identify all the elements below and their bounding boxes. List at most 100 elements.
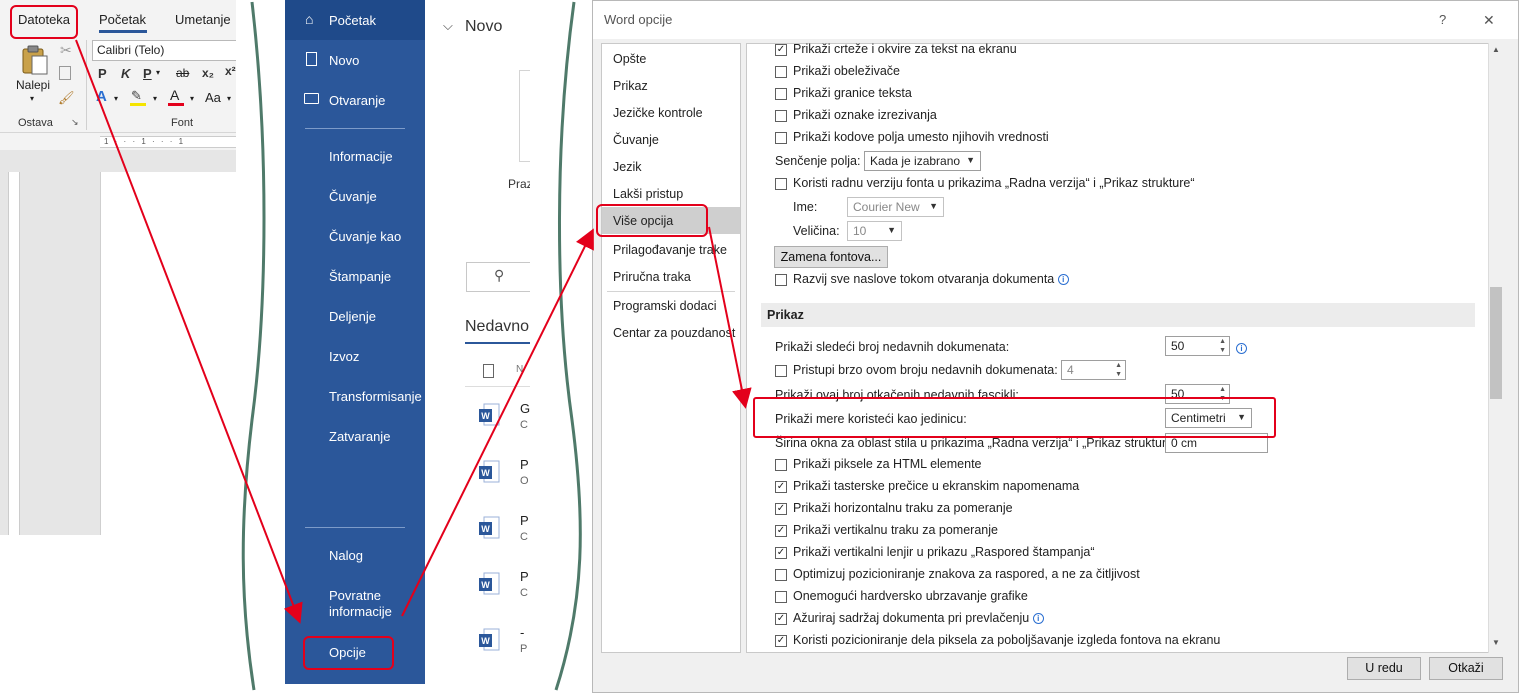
draft-font-size-select[interactable]: 10 ▼ <box>847 221 902 241</box>
bold-button[interactable]: P <box>98 66 107 81</box>
content-header-new: Novo <box>465 18 503 35</box>
highlight-chevron-icon[interactable]: ▾ <box>153 94 157 103</box>
font-substitution-button[interactable]: Zamena fontova... <box>774 246 888 268</box>
category-save[interactable]: Čuvanje <box>613 133 659 147</box>
option-label: Prikaži obeleživače <box>793 64 900 78</box>
checkbox-horizontal-scrollbar[interactable]: ✓ <box>775 503 787 515</box>
checkbox-vertical-ruler[interactable]: ✓ <box>775 547 787 559</box>
recent-item-2-title[interactable]: P <box>520 457 529 472</box>
category-customize-ribbon[interactable]: Prilagođavanje trake <box>613 243 727 257</box>
recent-item-4-title[interactable]: P <box>520 569 529 584</box>
font-color-chevron-icon[interactable]: ▾ <box>190 94 194 103</box>
checkbox-expand-headings[interactable] <box>775 274 787 286</box>
backstage-item-print[interactable]: Štampanje <box>329 269 391 284</box>
checkbox-html-pixels[interactable] <box>775 459 787 471</box>
option-label: Ažuriraj sadržaj dokumenta pri prevlačen… <box>793 611 1030 625</box>
checkbox-bookmarks[interactable] <box>775 66 787 78</box>
recent-docs-spinner[interactable]: 50 ▲ ▼ <box>1165 336 1230 356</box>
checkbox-text-boundaries[interactable] <box>775 88 787 100</box>
tab-pocetak[interactable]: Početak <box>99 12 146 27</box>
cancel-button[interactable]: Otkaži <box>1429 657 1503 680</box>
change-case-icon[interactable]: Aa <box>205 90 221 105</box>
horizontal-ruler[interactable]: 1 · · · 1 · · · 1 <box>100 136 236 148</box>
category-trust-center[interactable]: Centar za pouzdanost <box>613 326 735 340</box>
paste-icon[interactable] <box>20 44 50 76</box>
info-icon[interactable]: i <box>1032 613 1044 625</box>
ok-button[interactable]: U redu <box>1347 657 1421 680</box>
cut-icon[interactable]: ✂ <box>60 42 72 59</box>
checkbox-draft-font[interactable] <box>775 178 787 190</box>
document-page[interactable] <box>100 172 236 535</box>
checkbox-optimize-layout[interactable] <box>775 569 787 581</box>
scroll-down-icon[interactable]: ▼ <box>1488 638 1504 647</box>
close-icon[interactable]: ✕ <box>1483 12 1495 29</box>
checkbox-vertical-scrollbar[interactable]: ✓ <box>775 525 787 537</box>
backstage-item-share[interactable]: Deljenje <box>329 309 376 324</box>
backstage-item-save-as[interactable]: Čuvanje kao <box>329 229 401 244</box>
backstage-item-account[interactable]: Nalog <box>329 548 363 563</box>
backstage-item-feedback-line2[interactable]: informacije <box>329 604 392 619</box>
backstage-item-home[interactable]: Početak <box>329 13 376 28</box>
draft-font-name-select[interactable]: Courier New ▼ <box>847 197 944 217</box>
highlight-pen-icon[interactable]: ✎ <box>131 88 142 104</box>
underline-button[interactable]: P <box>143 66 152 81</box>
category-accessibility[interactable]: Lakši pristup <box>613 187 683 201</box>
collapse-chevron-icon[interactable]: ⌵ <box>443 18 453 34</box>
change-case-chevron-icon[interactable]: ▾ <box>227 94 231 103</box>
copy-icon[interactable] <box>59 66 71 80</box>
italic-button[interactable]: K <box>121 66 130 81</box>
recent-item-5-title[interactable]: - <box>520 625 524 640</box>
blank-document-thumbnail[interactable] <box>519 70 530 162</box>
shading-select[interactable]: Kada je izabrano ▼ <box>864 151 981 171</box>
font-color-icon[interactable]: A <box>170 87 179 103</box>
superscript-button[interactable]: x² <box>225 64 236 78</box>
category-proofing[interactable]: Jezičke kontrole <box>613 106 703 120</box>
subscript-button[interactable]: x₂ <box>202 66 214 80</box>
help-button[interactable]: ? <box>1439 12 1446 27</box>
recent-item-3-title[interactable]: P <box>520 513 529 528</box>
category-quick-access-toolbar[interactable]: Priručna traka <box>613 270 691 284</box>
underline-chevron-down-icon[interactable]: ▾ <box>156 68 160 77</box>
scroll-up-icon[interactable]: ▲ <box>1488 45 1504 54</box>
vertical-ruler[interactable] <box>8 172 20 535</box>
backstage-item-transform[interactable]: Transformisanje <box>329 389 422 404</box>
checkbox-update-on-drag[interactable]: ✓ <box>775 613 787 625</box>
backstage-item-open[interactable]: Otvaranje <box>329 93 385 108</box>
category-language[interactable]: Jezik <box>613 160 641 174</box>
checkbox-drawings[interactable]: ✓ <box>775 44 787 56</box>
format-painter-icon[interactable]: 🖌 <box>58 90 75 106</box>
category-display[interactable]: Prikaz <box>613 79 648 93</box>
checkbox-field-codes[interactable] <box>775 132 787 144</box>
checkbox-quick-access[interactable] <box>775 365 787 377</box>
backstage-item-info[interactable]: Informacije <box>329 149 393 164</box>
backstage-item-save[interactable]: Čuvanje <box>329 189 377 204</box>
backstage-item-export[interactable]: Izvoz <box>329 349 359 364</box>
category-general[interactable]: Opšte <box>613 52 646 66</box>
recent-item-1-title[interactable]: G <box>520 401 530 416</box>
checkbox-subpixel[interactable]: ✓ <box>775 635 787 647</box>
backstage-item-new[interactable]: Novo <box>329 53 359 68</box>
category-add-ins[interactable]: Programski dodaci <box>613 299 717 313</box>
dialog-launcher-icon[interactable]: ↘ <box>71 117 79 128</box>
quick-access-spinner[interactable]: 4 ▲ ▼ <box>1061 360 1126 380</box>
checkbox-crop-marks[interactable] <box>775 110 787 122</box>
spinner-arrows-icon[interactable]: ▲ ▼ <box>1115 361 1122 379</box>
paste-chevron-down-icon[interactable]: ▾ <box>30 94 34 103</box>
word-template-icon: W <box>478 628 500 652</box>
paste-button-label[interactable]: Nalepi <box>16 78 50 92</box>
info-icon[interactable]: i <box>1057 274 1069 286</box>
scrollbar-thumb[interactable] <box>1490 287 1502 399</box>
checkbox-disable-hw-accel[interactable] <box>775 591 787 603</box>
option-label: Prikaži horizontalnu traku za pomeranje <box>793 501 1013 515</box>
text-effects-icon[interactable]: A <box>96 88 107 105</box>
backstage-item-close[interactable]: Zatvaranje <box>329 429 390 444</box>
svg-text:W: W <box>481 468 490 478</box>
text-effects-chevron-icon[interactable]: ▾ <box>114 94 118 103</box>
backstage-item-feedback-line1[interactable]: Povratne <box>329 588 381 603</box>
tab-umetanje[interactable]: Umetanje <box>175 12 231 27</box>
font-name-box[interactable]: Calibri (Telo) <box>92 40 236 61</box>
info-icon[interactable]: i <box>1236 343 1247 355</box>
spinner-arrows-icon[interactable]: ▲ ▼ <box>1219 337 1226 355</box>
strikethrough-button[interactable]: ab <box>176 66 189 80</box>
checkbox-shortcut-keys[interactable]: ✓ <box>775 481 787 493</box>
